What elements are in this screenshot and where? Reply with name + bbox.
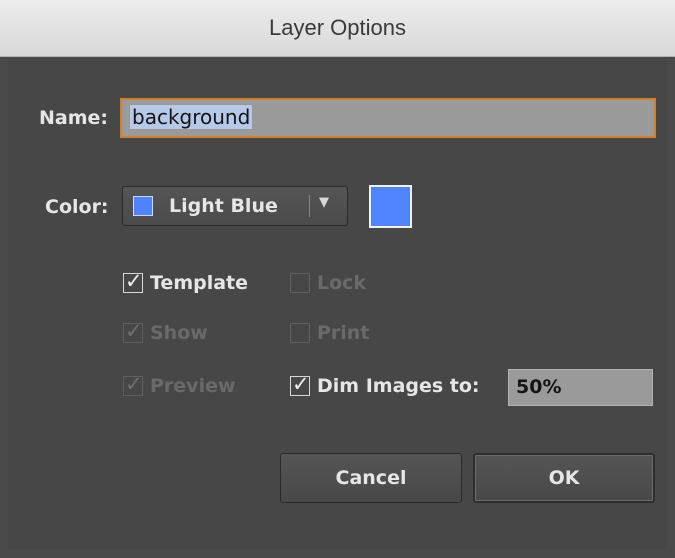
preview-checkbox[interactable]: ✓ Preview [123, 372, 236, 397]
template-label: Template [150, 272, 249, 294]
color-label: Color: [45, 196, 109, 218]
lock-checkbox[interactable]: Lock [290, 272, 366, 294]
dim-images-label: Dim Images to: [317, 375, 480, 397]
dim-images-input[interactable]: 50% [508, 369, 653, 406]
show-checkbox[interactable]: ✓ Show [123, 319, 208, 344]
checkbox-box: ✓ [123, 319, 143, 343]
checkbox-box: ✓ [290, 372, 310, 396]
color-select-value: Light Blue [169, 195, 278, 217]
print-label: Print [317, 322, 370, 344]
checkbox-box [290, 273, 310, 293]
name-label: Name: [39, 107, 109, 129]
checkmark-icon: ✓ [125, 319, 143, 343]
checkbox-box: ✓ [123, 269, 143, 293]
checkmark-icon: ✓ [125, 269, 143, 293]
name-input-value: background [130, 105, 253, 129]
color-select[interactable]: Light Blue ▼ [122, 186, 348, 226]
checkmark-icon: ✓ [292, 372, 310, 396]
select-divider [309, 195, 310, 217]
title-bar: Layer Options [0, 0, 675, 57]
print-checkbox[interactable]: Print [290, 322, 369, 344]
preview-label: Preview [150, 375, 236, 397]
window-title: Layer Options [269, 15, 406, 40]
cancel-button[interactable]: Cancel [280, 453, 462, 503]
checkbox-box: ✓ [123, 372, 143, 396]
lock-label: Lock [317, 272, 367, 294]
triangle-down-icon: ▼ [319, 195, 329, 210]
checkmark-icon: ✓ [125, 372, 143, 396]
ok-button[interactable]: OK [473, 453, 655, 503]
checkbox-box [290, 323, 310, 343]
name-input[interactable]: background [120, 98, 656, 138]
color-swatch-small [133, 196, 153, 216]
color-swatch-button[interactable] [369, 185, 412, 228]
show-label: Show [150, 322, 208, 344]
template-checkbox[interactable]: ✓ Template [123, 269, 249, 294]
dim-images-checkbox[interactable]: ✓ Dim Images to: [290, 372, 480, 397]
